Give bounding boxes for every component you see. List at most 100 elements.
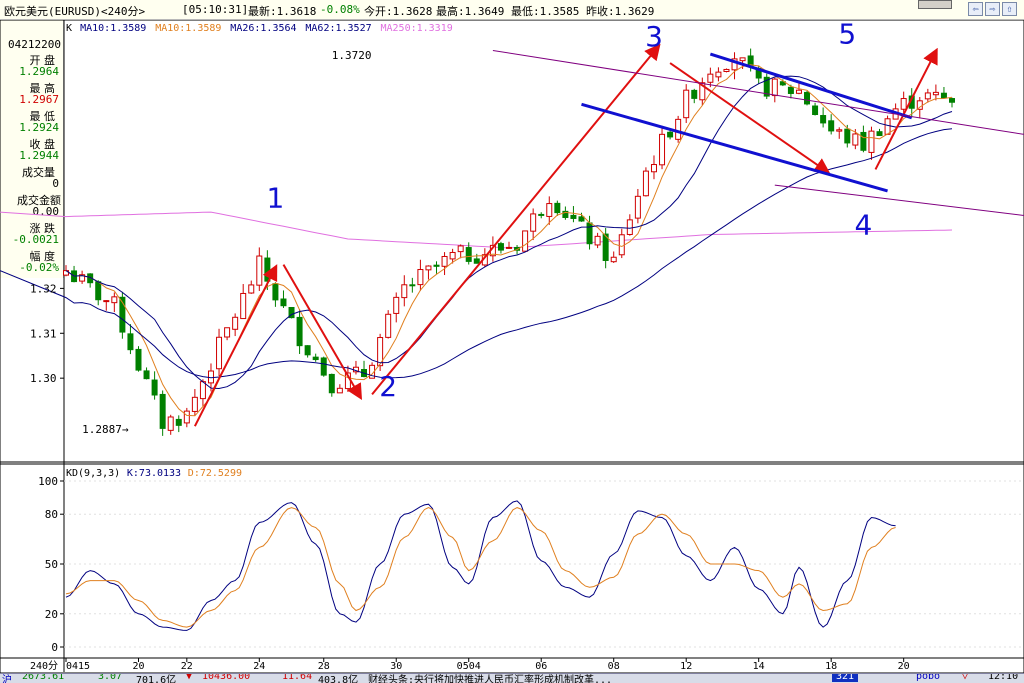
index-turnover: 701.6亿 [136,675,177,683]
status-bar: 沪 2673.61 3.07 701.6亿 ▼ 10436.00 11.64 4… [0,673,1024,683]
candle-body [804,91,811,105]
candle-body [232,316,239,330]
x-tick-label: 06 [535,661,547,672]
index2-turnover: 403.8亿 [318,675,359,683]
candle-body [240,292,247,320]
candle-body [787,86,794,94]
next-arrow-icon[interactable]: ⇨ [985,2,1000,16]
candle-body [207,370,214,384]
candle-body [812,105,819,116]
chart-labels: 1.3720 1.2887→ K MA10:1.3589 MA10:1.3589 MA26… [30,23,910,672]
warning-icon[interactable]: ▽ [962,674,968,682]
y-tick-label: 1.32 [30,282,57,295]
high-price: 最高:1.3649 [436,5,505,18]
candle-body [739,57,746,62]
candle-body [506,246,512,249]
kd-legend-item: K:73.0133 [127,468,181,479]
wave-label: 5 [838,20,856,51]
candle-body [900,98,907,110]
window-button[interactable] [918,0,952,9]
ma-line-ma10 [65,64,953,417]
clock: 12:10 [988,673,1019,682]
ma-legend-item: MA10:1.3589 [80,23,146,34]
low-price: 最低:1.3585 [511,5,580,18]
wave-label: 2 [379,370,397,403]
change-pct: -0.08% [320,3,360,16]
index-value: 2673.61 [22,673,65,682]
x-tick-label: 30 [390,661,402,672]
candle-body [618,234,625,256]
candle-body [328,373,335,394]
candle-body [667,131,674,138]
kd-y-tick-label: 0 [51,641,58,654]
candle-body [320,357,327,376]
x-tick-label: 24 [253,661,265,672]
candle-body [949,98,955,103]
prev-close-price: 昨收:1.3629 [586,5,655,18]
candle-body [159,393,166,429]
candle-body [860,131,867,151]
ma-legend-item: MA62:1.3527 [305,23,371,34]
candle-body [272,283,279,301]
candle-body [216,336,223,370]
candle-body [401,284,408,299]
candle-body [248,284,255,294]
candle-body [199,381,206,400]
quote-header: 欧元美元(EURUSD)<240分> [05:10:31] 最新:1.3618 … [0,0,1024,20]
candle-body [304,345,311,356]
price-marker: 1.3720 [332,49,372,62]
candle-body [473,258,480,264]
candle-body [167,416,174,431]
candle-body [868,130,875,153]
wave-arrow-3 [371,43,661,395]
wave-arrow-2 [282,264,362,401]
candlesticks [63,48,955,436]
candle-body [497,243,504,251]
candle-body [135,348,142,371]
candle-body [844,128,851,144]
index-name: 沪 [2,675,12,683]
ma-line-ma62 [0,128,953,379]
candle-body [820,115,827,124]
expand-icon[interactable]: ⇧ [1002,2,1017,16]
candle-body [530,213,537,232]
candle-body [940,92,947,99]
candle-body [570,214,577,219]
news-ticker[interactable]: 财经头条:央行将加快推进人民币汇率形成机制改革... [368,674,612,683]
candle-body [659,133,666,166]
candle-body [191,396,198,412]
candle-body [626,219,633,235]
candle-body [111,296,118,304]
kd-y-tick-label: 80 [45,508,58,521]
chart-area[interactable]: 12345 1.37201.2887→K MA10:1.3589 MA10:1.35… [0,20,1024,673]
candle-body [425,265,432,271]
candle-body [771,78,778,97]
trendline-lower [774,184,1024,217]
x-tick-label: 08 [608,661,620,672]
candle-body [393,296,400,314]
candle-body [876,131,883,137]
wave-label: 1 [267,182,285,215]
candle-body [143,370,150,380]
x-tick-label: 22 [181,661,193,672]
candle-body [795,89,802,94]
ma-legend-item: MA250:1.3319 [381,23,453,34]
candle-body [224,327,231,338]
candle-body [538,213,545,216]
open-price: 今开:1.3628 [364,5,433,18]
candle-body [836,129,843,132]
candle-body [554,202,561,214]
kd-y-tick-label: 100 [38,475,58,488]
wave-label: 4 [854,209,872,242]
candle-body [932,91,939,96]
x-tick-label: 0415 [66,661,90,672]
index2-value: 10436.00 [202,673,251,682]
candle-body [884,118,891,135]
prev-arrow-icon[interactable]: ⇦ [968,2,983,16]
candle-body [441,255,448,267]
index2-change: 11.64 [282,673,313,682]
alert-badge[interactable]: 321 [832,674,859,682]
candle-body [336,387,343,394]
candle-body [151,379,158,396]
candle-body [578,216,585,222]
